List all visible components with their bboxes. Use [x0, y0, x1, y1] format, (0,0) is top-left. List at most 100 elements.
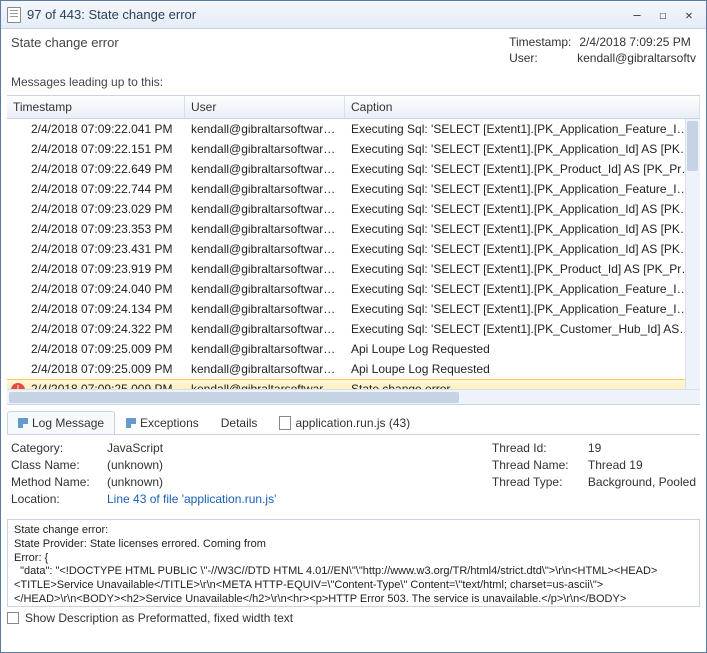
cell-caption: Executing Sql: 'SELECT [Extent1].[PK_App… — [345, 202, 700, 216]
table-row[interactable]: 2/4/2018 07:09:24.322 PMkendall@gibralta… — [7, 319, 700, 339]
cell-caption: Executing Sql: 'SELECT [Extent1].[PK_Pro… — [345, 162, 700, 176]
cell-user: kendall@gibraltarsoftware.com — [185, 202, 345, 216]
cell-user: kendall@gibraltarsoftware.com — [185, 262, 345, 276]
tab-details[interactable]: Details — [210, 411, 269, 434]
column-header-timestamp[interactable]: Timestamp — [7, 96, 185, 118]
cell-user: kendall@gibraltarsoftware.com — [185, 282, 345, 296]
error-summary: State change error — [11, 35, 509, 67]
cell-timestamp: 2/4/2018 07:09:24.040 PM — [25, 282, 185, 296]
tab-exceptions[interactable]: Exceptions — [115, 411, 210, 434]
cell-caption: Executing Sql: 'SELECT [Extent1].[PK_App… — [345, 122, 700, 136]
flag-icon — [18, 418, 28, 428]
preformatted-label: Show Description as Preformatted, fixed … — [25, 611, 293, 625]
table-row[interactable]: 2/4/2018 07:09:24.134 PMkendall@gibralta… — [7, 299, 700, 319]
minimize-button[interactable]: — — [626, 6, 648, 24]
tab-log-message[interactable]: Log Message — [7, 411, 115, 434]
category-label: Category: — [11, 441, 97, 455]
threadid-value: 19 — [588, 441, 601, 455]
detail-panel: Category: JavaScript Class Name: (unknown)… — [1, 435, 706, 515]
cell-timestamp: 2/4/2018 07:09:23.029 PM — [25, 202, 185, 216]
scrollbar-thumb[interactable] — [9, 392, 459, 403]
flag-icon — [126, 418, 136, 428]
methodname-value: (unknown) — [107, 475, 163, 489]
cell-caption: Executing Sql: 'SELECT [Extent1].[PK_App… — [345, 142, 700, 156]
cell-timestamp: 2/4/2018 07:09:22.649 PM — [25, 162, 185, 176]
location-link[interactable]: Line 43 of file 'application.run.js' — [107, 492, 276, 506]
summary-area: State change error Timestamp: 2/4/2018 7:… — [1, 29, 706, 71]
methodname-label: Method Name: — [11, 475, 97, 489]
cell-user: kendall@gibraltarsoftware.com — [185, 342, 345, 356]
cell-caption: State change error — [345, 382, 700, 389]
table-row[interactable]: 2/4/2018 07:09:23.353 PMkendall@gibralta… — [7, 219, 700, 239]
table-row[interactable]: 2/4/2018 07:09:22.744 PMkendall@gibralta… — [7, 179, 700, 199]
threadname-label: Thread Name: — [492, 458, 578, 472]
cell-caption: Executing Sql: 'SELECT [Extent1].[PK_App… — [345, 282, 700, 296]
classname-value: (unknown) — [107, 458, 163, 472]
cell-user: kendall@gibraltarsoftware.com — [185, 242, 345, 256]
table-row[interactable]: 2/4/2018 07:09:23.029 PMkendall@gibralta… — [7, 199, 700, 219]
tab-label: Log Message — [32, 416, 104, 430]
column-header-caption[interactable]: Caption — [345, 96, 700, 118]
table-row[interactable]: !2/4/2018 07:09:25.009 PMkendall@gibralt… — [7, 379, 700, 389]
cell-user: kendall@gibraltarsoftware.com — [185, 222, 345, 236]
threadtype-value: Background, Pooled — [588, 475, 696, 489]
timestamp-value: 2/4/2018 7:09:25 PM — [579, 35, 690, 49]
cell-caption: Executing Sql: 'SELECT [Extent1].[PK_Cus… — [345, 322, 700, 336]
title-bar: 97 of 443: State change error — ☐ ✕ — [1, 1, 706, 29]
table-row[interactable]: 2/4/2018 07:09:22.041 PMkendall@gibralta… — [7, 119, 700, 139]
script-icon — [279, 416, 291, 430]
error-description-box[interactable]: State change error: State Provider: Stat… — [7, 519, 700, 607]
horizontal-scrollbar[interactable] — [7, 389, 700, 404]
close-button[interactable]: ✕ — [678, 6, 700, 24]
cell-timestamp: 2/4/2018 07:09:23.353 PM — [25, 222, 185, 236]
cell-user: kendall@gibraltarsoftware.com — [185, 162, 345, 176]
category-value: JavaScript — [107, 441, 163, 455]
table-row[interactable]: 2/4/2018 07:09:23.919 PMkendall@gibralta… — [7, 259, 700, 279]
cell-timestamp: 2/4/2018 07:09:23.431 PM — [25, 242, 185, 256]
tab-file[interactable]: application.run.js (43) — [268, 411, 421, 434]
cell-timestamp: 2/4/2018 07:09:22.041 PM — [25, 122, 185, 136]
tab-label: Exceptions — [140, 416, 199, 430]
vertical-scrollbar[interactable] — [685, 119, 700, 389]
cell-user: kendall@gibraltarsoftware.com — [185, 122, 345, 136]
cell-caption: Executing Sql: 'SELECT [Extent1].[PK_App… — [345, 222, 700, 236]
table-row[interactable]: 2/4/2018 07:09:24.040 PMkendall@gibralta… — [7, 279, 700, 299]
user-label: User: — [509, 51, 569, 65]
table-row[interactable]: 2/4/2018 07:09:25.009 PMkendall@gibralta… — [7, 359, 700, 379]
cell-caption: Executing Sql: 'SELECT [Extent1].[PK_Pro… — [345, 262, 700, 276]
location-label: Location: — [11, 492, 97, 506]
tab-label: Details — [221, 416, 258, 430]
classname-label: Class Name: — [11, 458, 97, 472]
cell-user: kendall@gibraltarsoftware.com — [185, 302, 345, 316]
table-row[interactable]: 2/4/2018 07:09:22.649 PMkendall@gibralta… — [7, 159, 700, 179]
cell-timestamp: 2/4/2018 07:09:25.009 PM — [25, 382, 185, 389]
user-value: kendall@gibraltarsoftv — [577, 51, 696, 65]
cell-caption: Executing Sql: 'SELECT [Extent1].[PK_App… — [345, 242, 700, 256]
cell-user: kendall@gibraltarsoftware.com — [185, 322, 345, 336]
cell-user: kendall@gibraltarsoftware.com — [185, 142, 345, 156]
cell-caption: Api Loupe Log Requested — [345, 362, 700, 376]
scrollbar-thumb[interactable] — [687, 121, 698, 171]
column-header-user[interactable]: User — [185, 96, 345, 118]
cell-timestamp: 2/4/2018 07:09:22.744 PM — [25, 182, 185, 196]
cell-caption: Api Loupe Log Requested — [345, 342, 700, 356]
table-row[interactable]: 2/4/2018 07:09:23.431 PMkendall@gibralta… — [7, 239, 700, 259]
cell-user: kendall@gibraltarsoftware.com — [185, 182, 345, 196]
preformatted-checkbox[interactable] — [7, 612, 19, 624]
cell-timestamp: 2/4/2018 07:09:24.134 PM — [25, 302, 185, 316]
threadname-value: Thread 19 — [588, 458, 643, 472]
cell-caption: Executing Sql: 'SELECT [Extent1].[PK_App… — [345, 302, 700, 316]
cell-timestamp: 2/4/2018 07:09:25.009 PM — [25, 362, 185, 376]
window-title: 97 of 443: State change error — [27, 7, 626, 22]
tab-label: application.run.js (43) — [295, 416, 410, 430]
cell-user: kendall@gibraltarsoftware.com — [185, 382, 345, 389]
maximize-button[interactable]: ☐ — [652, 6, 674, 24]
threadtype-label: Thread Type: — [492, 475, 578, 489]
timestamp-label: Timestamp: — [509, 35, 571, 49]
detail-tabs: Log Message Exceptions Details applicati… — [7, 411, 700, 435]
cell-user: kendall@gibraltarsoftware.com — [185, 362, 345, 376]
cell-timestamp: 2/4/2018 07:09:22.151 PM — [25, 142, 185, 156]
cell-caption: Executing Sql: 'SELECT [Extent1].[PK_App… — [345, 182, 700, 196]
table-row[interactable]: 2/4/2018 07:09:25.009 PMkendall@gibralta… — [7, 339, 700, 359]
table-row[interactable]: 2/4/2018 07:09:22.151 PMkendall@gibralta… — [7, 139, 700, 159]
